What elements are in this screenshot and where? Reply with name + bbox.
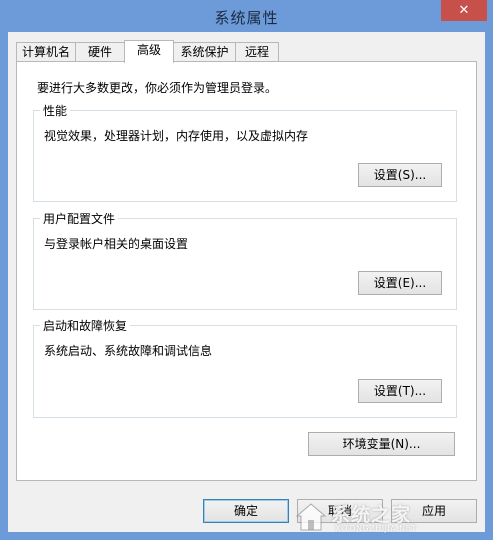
startup-recovery-title: 启动和故障恢复: [40, 317, 131, 334]
performance-description: 视觉效果，处理器计划，内存使用，以及虚拟内存: [44, 129, 309, 143]
tab-computer-name[interactable]: 计算机名: [16, 42, 76, 61]
dialog-client-area: 计算机名 硬件 高级 系统保护 远程 要进行大多数更改，你必须作为管理员登录。 …: [8, 32, 485, 532]
user-profiles-description: 与登录帐户相关的桌面设置: [44, 237, 189, 251]
window-title: 系统属性: [214, 9, 279, 27]
ok-button[interactable]: 确定: [203, 499, 289, 523]
tab-advanced[interactable]: 高级: [124, 40, 174, 63]
user-profiles-settings-button[interactable]: 设置(E)...: [358, 271, 442, 295]
user-profiles-title: 用户配置文件: [40, 210, 119, 227]
system-properties-window: 系统属性 ✕ 计算机名 硬件 高级 系统保护 远程 要进行大多数更改，你必须作为…: [0, 0, 493, 540]
startup-recovery-settings-button[interactable]: 设置(T)...: [358, 379, 442, 403]
advanced-tab-panel: 要进行大多数更改，你必须作为管理员登录。 性能 视觉效果，处理器计划，内存使用，…: [16, 61, 477, 481]
tab-hardware[interactable]: 硬件: [75, 42, 125, 61]
user-profiles-group: 用户配置文件 与登录帐户相关的桌面设置 设置(E)...: [33, 210, 457, 310]
admin-note: 要进行大多数更改，你必须作为管理员登录。: [37, 81, 278, 95]
performance-title: 性能: [40, 102, 71, 119]
environment-variables-button[interactable]: 环境变量(N)...: [308, 432, 455, 456]
performance-group: 性能 视觉效果，处理器计划，内存使用，以及虚拟内存 设置(S)...: [33, 102, 457, 202]
tab-system-protection[interactable]: 系统保护: [173, 42, 236, 61]
title-bar[interactable]: 系统属性 ✕: [0, 0, 493, 32]
startup-recovery-group: 启动和故障恢复 系统启动、系统故障和调试信息 设置(T)...: [33, 317, 457, 418]
performance-settings-button[interactable]: 设置(S)...: [358, 163, 442, 187]
tab-remote[interactable]: 远程: [235, 42, 279, 61]
cancel-button[interactable]: 取消: [297, 499, 383, 523]
close-button[interactable]: ✕: [441, 0, 487, 21]
apply-button[interactable]: 应用: [391, 499, 477, 523]
startup-recovery-description: 系统启动、系统故障和调试信息: [44, 344, 213, 358]
close-icon: ✕: [458, 3, 470, 18]
